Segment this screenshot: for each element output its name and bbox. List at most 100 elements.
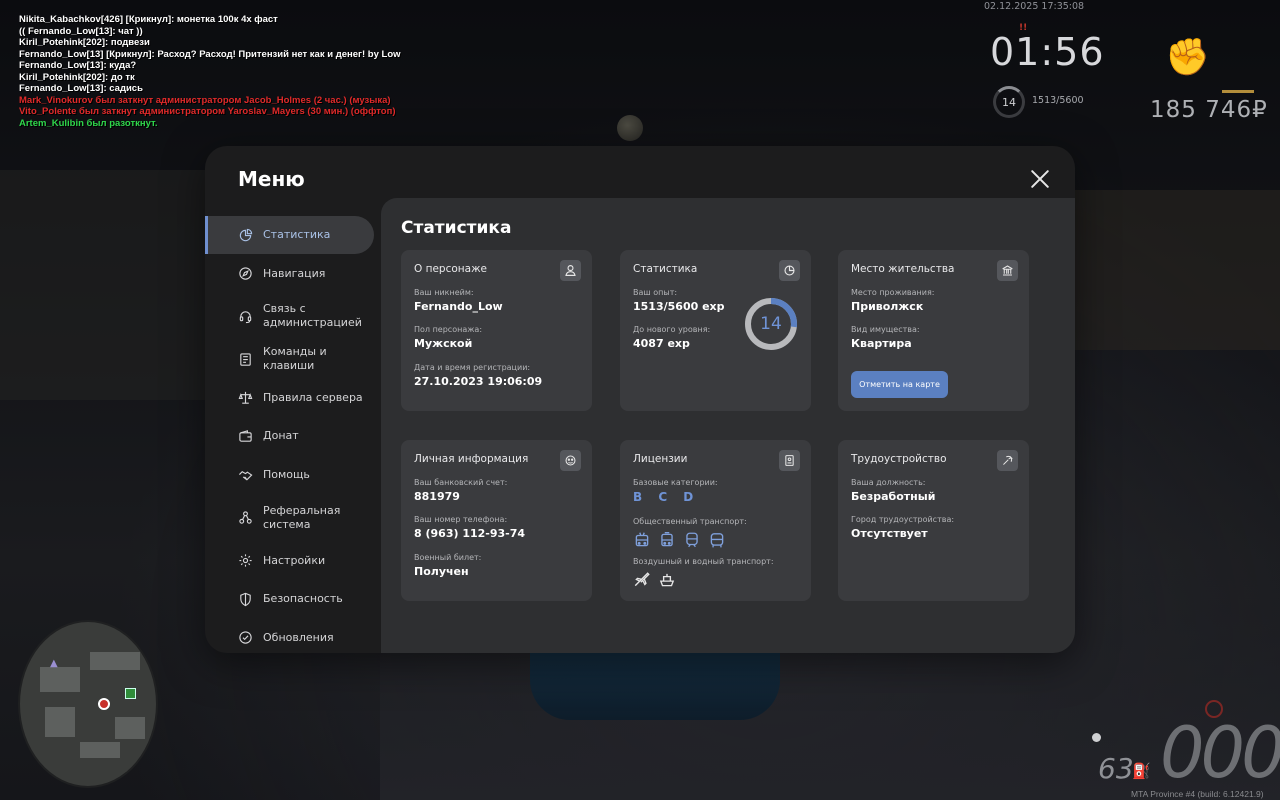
hud-money: 185 746₽ [1150, 97, 1268, 123]
face-icon [560, 450, 581, 471]
speed-value: 000 [1160, 712, 1280, 794]
sidebar-item[interactable]: Помощь [205, 456, 374, 494]
sidebar-item[interactable]: Связь с администрацией [205, 293, 374, 339]
compass-icon [237, 266, 253, 282]
sidebar-item[interactable]: Навигация [205, 255, 374, 293]
card-title: Лицензии [633, 453, 688, 465]
sidebar-item[interactable]: Правила сервера [205, 379, 374, 417]
sidebar-item-label: Безопасность [263, 592, 343, 606]
chat-line: Kiril_Potehink[202]: до тк [19, 71, 135, 83]
card-title: Статистика [633, 263, 698, 275]
chat-line: Fernando_Low[13] [Крикнул]: Расход? Расх… [19, 48, 401, 60]
fuel-icon: ⛽ [1132, 762, 1151, 780]
chat-line: Fernando_Low[13]: садись [19, 83, 143, 94]
field-basic-categories: Базовые категории: B C D [633, 478, 718, 504]
sidebar-item[interactable]: Донат [205, 417, 374, 455]
player-marker-icon [98, 698, 110, 710]
hud-time: 01:56 [990, 30, 1105, 74]
sidebar-item-label: Связь с администрацией [263, 302, 362, 330]
headset-icon [237, 308, 253, 324]
public-transport-icons [633, 531, 747, 549]
background-building [1075, 190, 1280, 350]
document-icon [237, 351, 253, 367]
user-icon [560, 260, 581, 281]
field-label: Общественный транспорт: [633, 517, 747, 526]
referral-icon [237, 510, 253, 526]
hud-exp: 1513/5600 [1032, 95, 1084, 106]
sidebar-item[interactable]: Обновления [205, 619, 374, 653]
card-personal: Личная информация Ваш банковский счет: 8… [401, 440, 592, 601]
sidebar-item-label: Настройки [263, 553, 326, 567]
close-icon[interactable] [1027, 166, 1053, 192]
scales-icon [237, 390, 253, 406]
mark-on-map-button[interactable]: Отметить на карте [851, 371, 948, 398]
map-block [80, 742, 120, 758]
sidebar-item-label: Помощь [263, 468, 310, 482]
hud-level: 14 [1002, 95, 1016, 109]
menu-title: Меню [238, 167, 305, 191]
sidebar-item[interactable]: Статистика [205, 216, 374, 254]
shield-icon [237, 591, 253, 607]
field-value: 4087 exp [633, 337, 690, 350]
field-public-transport: Общественный транспорт: [633, 517, 747, 549]
field-value: Безработный [851, 490, 936, 503]
field-label: Воздушный и водный транспорт: [633, 557, 774, 566]
minimap: ▲ [18, 620, 158, 788]
card-title: О персонаже [414, 263, 488, 275]
card-title: Трудоустройство [851, 453, 947, 465]
chat-line: Artem_Kulibin был разоткнут. [19, 117, 158, 129]
map-block [90, 652, 140, 670]
boat-icon [659, 573, 675, 587]
sidebar-item[interactable]: Команды и клавиши [205, 340, 374, 378]
field-label: Место проживания: [851, 288, 935, 297]
field-value: Приволжск [851, 300, 924, 313]
field-label: Ваш номер телефона: [414, 515, 508, 524]
card-title: Место жительства [851, 263, 955, 275]
field-label: Город трудоустройства: [851, 515, 955, 524]
chat-line: Vito_Polente был заткнут администратором… [19, 106, 396, 117]
card-residence: Место жительства Место проживания: Приво… [838, 250, 1029, 411]
field-nick: Ваш никнейм: Fernando_Low [414, 288, 503, 313]
fuel-value: 63 [1098, 752, 1134, 785]
field-value: 8 (963) 112-93-74 [414, 527, 526, 540]
chat-line: Kiril_Potehink[202]: подвези [19, 37, 150, 48]
field-phone: Ваш номер телефона: 8 (963) 112-93-74 [414, 515, 525, 540]
field-label: Ваш опыт: [633, 288, 678, 297]
house-icon [125, 688, 136, 699]
headlight-icon [1092, 733, 1101, 742]
field-military: Военный билет: Получен [414, 553, 481, 578]
air-water-transport-icons [633, 571, 774, 589]
hud-datetime: 02.12.2025 17:35:08 [984, 1, 1085, 12]
sidebar-item-label: Правила сервера [263, 390, 363, 404]
hud-bar [1222, 90, 1254, 93]
sidebar-item[interactable]: Реферальная система [205, 495, 374, 541]
hud-level-ring: 14 [993, 86, 1025, 118]
sidebar-item-label: Обновления [263, 630, 334, 644]
field-exp: Ваш опыт: 1513/5600 exp [633, 288, 725, 313]
fist-icon: ✊ [1165, 37, 1210, 78]
field-value: 1513/5600 exp [633, 300, 725, 313]
field-value: Получен [414, 565, 469, 578]
map-block [45, 707, 75, 737]
bank-icon [997, 260, 1018, 281]
field-value: Квартира [851, 337, 912, 350]
bus-icon [710, 533, 724, 548]
field-position: Ваша должность: Безработный [851, 478, 935, 503]
pie-chart-icon [237, 227, 253, 243]
sidebar-item[interactable]: Безопасность [205, 580, 374, 618]
field-value: 27.10.2023 19:06:09 [414, 375, 543, 388]
field-reg: Дата и время регистрации: 27.10.2023 19:… [414, 363, 542, 388]
content-title: Статистика [401, 218, 512, 238]
field-job-city: Город трудоустройства: Отсутствует [851, 515, 954, 540]
level-number: 14 [760, 314, 782, 334]
chat-line: Nikita_Kabachkov[426] [Крикнул]: монетка… [19, 14, 278, 25]
tram-icon [661, 532, 673, 547]
build-info: MTA Province #4 (build: 6.12421.9) [1131, 789, 1264, 799]
stats-icon [779, 260, 800, 281]
sidebar-item-label: Донат [263, 429, 299, 443]
sidebar-item[interactable]: Настройки [205, 542, 374, 580]
background-building [0, 170, 205, 400]
field-value: Мужской [414, 337, 473, 350]
moon [617, 115, 643, 141]
chat-log: Nikita_Kabachkov[426] [Крикнул]: монетка… [19, 14, 401, 129]
